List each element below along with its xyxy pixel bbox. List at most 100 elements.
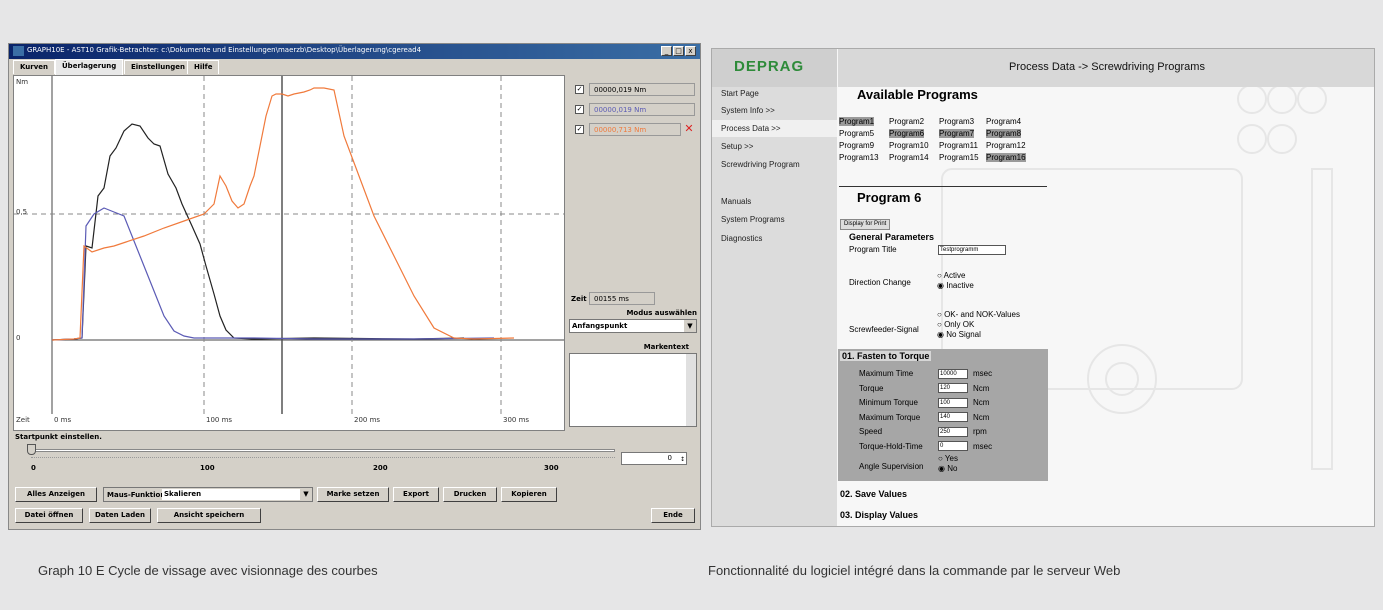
modus-label: Modus auswählen — [626, 309, 697, 317]
program-link[interactable]: Program12 — [986, 141, 1026, 150]
radio-selected-icon[interactable]: ◉ — [937, 281, 944, 290]
minimize-icon[interactable]: _ — [661, 46, 672, 56]
slider-value-spinner[interactable]: 0 ↕ — [621, 452, 687, 465]
chevron-down-icon[interactable]: ▼ — [300, 488, 312, 501]
scrollbar[interactable] — [686, 354, 696, 426]
slider-tick-200: 200 — [373, 464, 388, 472]
logo-area: DEPRAG — [712, 49, 837, 87]
curve2-checkbox[interactable]: ✓ — [575, 105, 584, 114]
program-link[interactable]: Program11 — [939, 141, 978, 150]
param-label: Maximum Time — [859, 369, 914, 378]
max-torque-input[interactable]: 140 — [938, 412, 968, 422]
left-caption: Graph 10 E Cycle de vissage avec visionn… — [38, 563, 378, 578]
param-unit: Ncm — [973, 383, 990, 393]
direction-radio-group[interactable]: ○ Active ◉ Inactive — [937, 271, 974, 291]
nav-process-data[interactable]: Process Data >> — [721, 124, 781, 133]
start-slider-thumb[interactable] — [27, 444, 36, 455]
maximize-icon[interactable]: □ — [673, 46, 684, 56]
daten-laden-button[interactable]: Daten Laden — [89, 508, 151, 523]
torque-input[interactable]: 120 — [938, 383, 968, 393]
graph-viewer-window: GRAPH10E - AST10 Grafik-Betrachter: c:\D… — [8, 43, 701, 530]
close-icon[interactable]: x — [685, 46, 696, 56]
curve-plot[interactable]: Nm 0,5 0 Zeit 0 ms 100 ms 200 ms 300 ms — [13, 75, 565, 431]
maus-funktion-select[interactable]: Maus-Funktion: Skalieren ▼ — [103, 487, 313, 502]
ende-button[interactable]: Ende — [651, 508, 695, 523]
delete-icon[interactable]: ✕ — [683, 123, 695, 136]
nav-manuals[interactable]: Manuals — [721, 197, 751, 206]
program-link[interactable]: Program15 — [939, 153, 979, 162]
radio-empty-icon[interactable]: ○ — [938, 454, 943, 463]
radio-empty-icon[interactable]: ○ — [937, 320, 942, 329]
x-tick-200: 200 ms — [354, 416, 381, 424]
export-button[interactable]: Export — [393, 487, 439, 502]
radio-empty-icon[interactable]: ○ — [937, 310, 942, 319]
param-label: Maximum Torque — [859, 412, 921, 422]
general-params-heading: General Parameters — [849, 232, 935, 242]
program-link[interactable]: Program4 — [986, 117, 1021, 126]
curve3-value: 00000,713 Nm — [589, 123, 681, 136]
program-link[interactable]: Program13 — [839, 153, 879, 162]
modus-select[interactable]: Anfangspunkt ▼ — [569, 319, 697, 333]
marke-setzen-button[interactable]: Marke setzen — [317, 487, 389, 502]
min-torque-input[interactable]: 100 — [938, 398, 968, 408]
chevron-down-icon[interactable]: ▼ — [684, 320, 696, 332]
y-tick-05: 0,5 — [16, 208, 28, 216]
program-link[interactable]: Program6 — [889, 129, 925, 138]
hold-time-input[interactable]: 0 — [938, 441, 968, 451]
tab-einstellungen[interactable]: Einstellungen — [124, 60, 192, 74]
radio-empty-icon[interactable]: ○ — [937, 271, 942, 280]
program-link[interactable]: Program14 — [889, 153, 929, 162]
program-link[interactable]: Program3 — [939, 117, 974, 126]
markentext-label: Markentext — [643, 343, 689, 351]
display-print-button[interactable]: Display for Print — [840, 219, 891, 230]
datei-oeffnen-button[interactable]: Datei öffnen — [15, 508, 83, 523]
nav-screwdriving-program[interactable]: Screwdriving Program — [721, 160, 801, 170]
ansicht-speichern-button[interactable]: Ansicht speichern — [157, 508, 261, 523]
max-time-input[interactable]: 10000 — [938, 369, 968, 379]
kopieren-button[interactable]: Kopieren — [501, 487, 557, 502]
nav-system-programs[interactable]: System Programs — [721, 215, 785, 224]
tab-ueberlagerung[interactable]: Überlagerung — [55, 59, 124, 75]
nav-system-info[interactable]: System Info >> — [721, 106, 775, 115]
program-link[interactable]: Program1 — [839, 117, 875, 126]
curve1-checkbox[interactable]: ✓ — [575, 85, 584, 94]
start-slider-track[interactable] — [31, 449, 615, 452]
step2-link[interactable]: 02. Save Values — [840, 489, 907, 499]
angle-radio-group[interactable]: ○ Yes ◉ No — [938, 454, 958, 474]
y-unit-label: Nm — [16, 78, 29, 86]
feeder-radio-group[interactable]: ○ OK- and NOK-Values ○ Only OK ◉ No Sign… — [937, 310, 1020, 340]
radio-selected-icon[interactable]: ◉ — [938, 464, 945, 473]
speed-input[interactable]: 250 — [938, 427, 968, 437]
param-unit: Ncm — [973, 412, 990, 422]
program-link[interactable]: Program9 — [839, 141, 874, 150]
orange-curve — [51, 87, 515, 341]
alles-anzeigen-button[interactable]: Alles Anzeigen — [15, 487, 97, 502]
step3-link[interactable]: 03. Display Values — [840, 510, 918, 520]
nav-start-page[interactable]: Start Page — [721, 89, 759, 98]
x-tick-100: 100 ms — [206, 416, 233, 424]
feeder-label: Screwfeeder-Signal — [849, 325, 919, 334]
curve3-checkbox[interactable]: ✓ — [575, 125, 584, 134]
page-header: Process Data -> Screwdriving Programs — [838, 49, 1374, 87]
program-link[interactable]: Program7 — [939, 129, 975, 138]
drucken-button[interactable]: Drucken — [443, 487, 497, 502]
step1-title: 01. Fasten to Torque — [840, 351, 932, 361]
program-link[interactable]: Program2 — [889, 117, 924, 126]
slider-tick-100: 100 — [200, 464, 215, 472]
markentext-area[interactable] — [569, 353, 697, 427]
spinner-arrows-icon[interactable]: ↕ — [680, 454, 685, 465]
program-title-input[interactable]: Testprogramm — [938, 245, 1006, 255]
program-link[interactable]: Program8 — [986, 129, 1022, 138]
nav-diagnostics[interactable]: Diagnostics — [721, 234, 762, 243]
nav-setup[interactable]: Setup >> — [721, 142, 753, 151]
radio-selected-icon[interactable]: ◉ — [937, 330, 944, 339]
side-panel: ✓ 00000,019 Nm ✓ 00000,019 Nm ✓ 00000,71… — [567, 75, 699, 431]
window-titlebar: GRAPH10E - AST10 Grafik-Betrachter: c:\D… — [9, 44, 700, 59]
param-label: Torque-Hold-Time — [859, 441, 923, 451]
param-unit: Ncm — [973, 398, 990, 407]
tab-kurven[interactable]: Kurven — [13, 60, 56, 74]
tab-hilfe[interactable]: Hilfe — [187, 60, 220, 74]
program-link[interactable]: Program10 — [889, 141, 929, 150]
program-link[interactable]: Program16 — [986, 153, 1026, 162]
program-link[interactable]: Program5 — [839, 129, 874, 138]
